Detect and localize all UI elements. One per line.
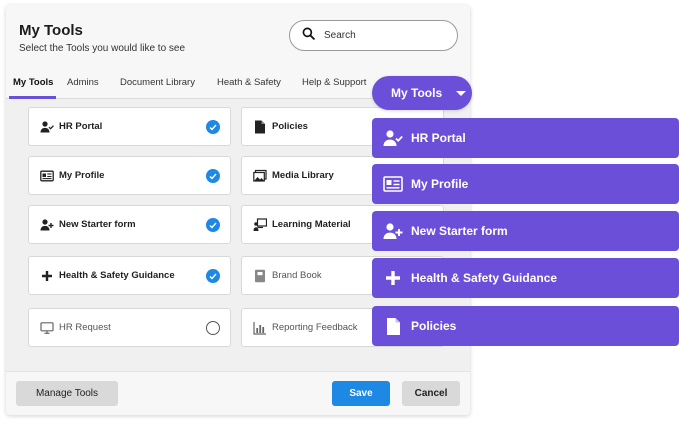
book-icon	[253, 269, 267, 283]
manage-tools-button[interactable]: Manage Tools	[16, 381, 118, 406]
dropdown-item-label: Policies	[411, 319, 457, 333]
tool-label: Media Library	[272, 170, 334, 181]
dropdown-item-label: HR Portal	[411, 131, 466, 145]
tool-label: Reporting Feedback	[272, 322, 358, 333]
tab-health-safety[interactable]: Heath & Safety	[217, 77, 281, 88]
user-check-icon	[383, 128, 403, 148]
unchecked-radio[interactable]	[206, 321, 220, 335]
tool-label: Brand Book	[272, 270, 322, 281]
active-tab-indicator	[9, 96, 56, 99]
dropdown-item-label: My Profile	[411, 177, 469, 191]
user-plus-icon	[383, 221, 403, 241]
document-icon	[253, 120, 267, 134]
search-box[interactable]	[289, 20, 458, 51]
tool-card-new-starter-form[interactable]: New Starter form	[28, 205, 231, 244]
dropdown-item-my-profile[interactable]: My Profile	[372, 164, 679, 204]
monitor-icon	[40, 321, 54, 335]
dropdown-item-policies[interactable]: Policies	[372, 306, 679, 346]
tool-label: HR Request	[59, 322, 111, 333]
bar-chart-icon	[253, 321, 267, 335]
image-gallery-icon	[253, 169, 267, 183]
my-tools-panel: My Tools Select the Tools you would like…	[6, 5, 470, 415]
document-icon	[383, 316, 403, 336]
id-card-icon	[40, 169, 54, 183]
my-tools-dropdown-button[interactable]: My Tools	[372, 76, 472, 110]
panel-header: My Tools Select the Tools you would like…	[6, 5, 470, 69]
tool-label: Policies	[272, 121, 308, 132]
tool-card-hr-request[interactable]: HR Request	[28, 308, 231, 347]
search-input[interactable]	[324, 30, 444, 41]
checked-icon[interactable]	[206, 169, 220, 183]
tool-card-my-profile[interactable]: My Profile	[28, 156, 231, 195]
tool-card-health-safety-guidance[interactable]: Health & Safety Guidance	[28, 256, 231, 295]
plus-icon	[40, 269, 54, 283]
tab-help-support[interactable]: Help & Support	[302, 77, 366, 88]
tool-label: New Starter form	[59, 219, 136, 230]
dropdown-item-hr-portal[interactable]: HR Portal	[372, 118, 679, 158]
tab-document-library[interactable]: Document Library	[120, 77, 195, 88]
dropdown-label: My Tools	[391, 86, 443, 100]
plus-icon	[383, 268, 403, 288]
dropdown-item-label: New Starter form	[411, 224, 508, 238]
caret-down-icon	[456, 90, 467, 96]
user-plus-icon	[40, 218, 54, 232]
tool-label: HR Portal	[59, 121, 103, 132]
cancel-button[interactable]: Cancel	[402, 381, 460, 406]
user-check-icon	[40, 120, 54, 134]
tool-label: Health & Safety Guidance	[59, 270, 175, 281]
page-subtitle: Select the Tools you would like to see	[19, 43, 186, 54]
checked-icon[interactable]	[206, 269, 220, 283]
checked-icon[interactable]	[206, 120, 220, 134]
dropdown-item-new-starter-form[interactable]: New Starter form	[372, 211, 679, 251]
search-icon	[302, 27, 315, 45]
checked-icon[interactable]	[206, 218, 220, 232]
tool-label: Learning Material	[272, 219, 351, 230]
dropdown-item-health-safety-guidance[interactable]: Health & Safety Guidance	[372, 258, 679, 298]
page-title: My Tools	[19, 22, 83, 39]
tool-label: My Profile	[59, 170, 105, 181]
save-button[interactable]: Save	[332, 381, 390, 406]
dropdown-item-label: Health & Safety Guidance	[411, 271, 558, 285]
presentation-icon	[253, 217, 267, 232]
tool-card-hr-portal[interactable]: HR Portal	[28, 107, 231, 146]
tab-my-tools[interactable]: My Tools	[13, 77, 53, 88]
id-card-icon	[383, 174, 403, 194]
tab-admins[interactable]: Admins	[67, 77, 99, 88]
panel-footer: Manage Tools Save Cancel	[6, 371, 470, 415]
